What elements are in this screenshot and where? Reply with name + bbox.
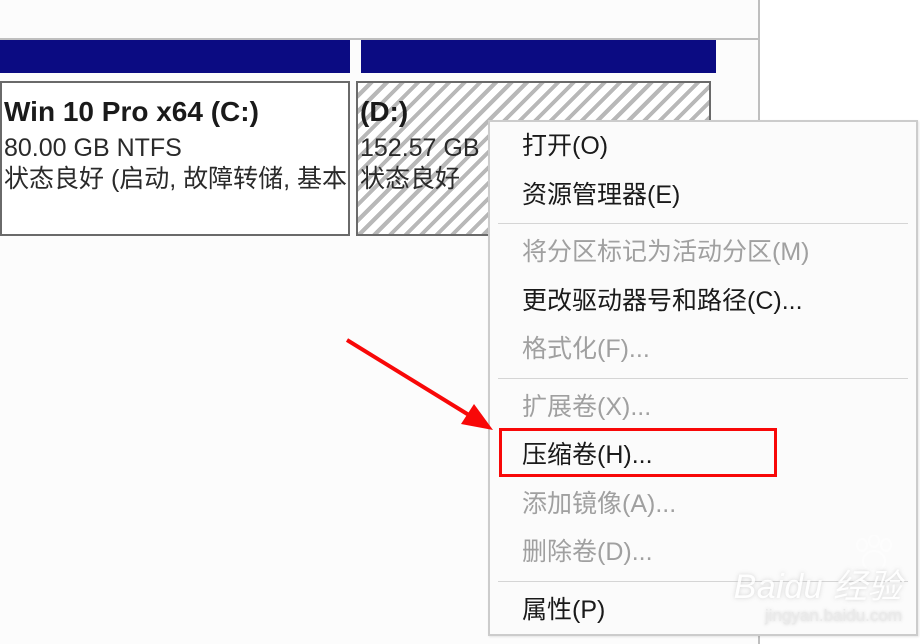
menu-open[interactable]: 打开(O): [490, 122, 916, 171]
menu-format: 格式化(F)...: [490, 325, 916, 374]
top-section: [0, 0, 758, 40]
menu-change-drive[interactable]: 更改驱动器号和路径(C)...: [490, 277, 916, 326]
menu-extend: 扩展卷(X)...: [490, 383, 916, 432]
menu-separator: [498, 378, 908, 379]
paw-icon: [852, 535, 896, 580]
menu-properties[interactable]: 属性(P): [490, 586, 916, 635]
partition-c-status: 状态良好 (启动, 故障转储, 基本数: [4, 164, 346, 195]
partition-c[interactable]: Win 10 Pro x64 (C:) 80.00 GB NTFS 状态良好 (…: [0, 81, 350, 236]
partition-header-d: [361, 40, 716, 73]
partition-c-title: Win 10 Pro x64 (C:): [4, 97, 346, 128]
menu-separator: [498, 223, 908, 224]
menu-mark-active: 将分区标记为活动分区(M): [490, 228, 916, 277]
partition-c-size: 80.00 GB NTFS: [4, 133, 346, 164]
partition-header-bar: [0, 40, 758, 73]
menu-explorer[interactable]: 资源管理器(E): [490, 171, 916, 220]
menu-separator: [498, 581, 908, 582]
menu-add-mirror: 添加镜像(A)...: [490, 480, 916, 529]
menu-shrink[interactable]: 压缩卷(H)...: [490, 431, 916, 480]
partition-header-c: [0, 40, 350, 73]
